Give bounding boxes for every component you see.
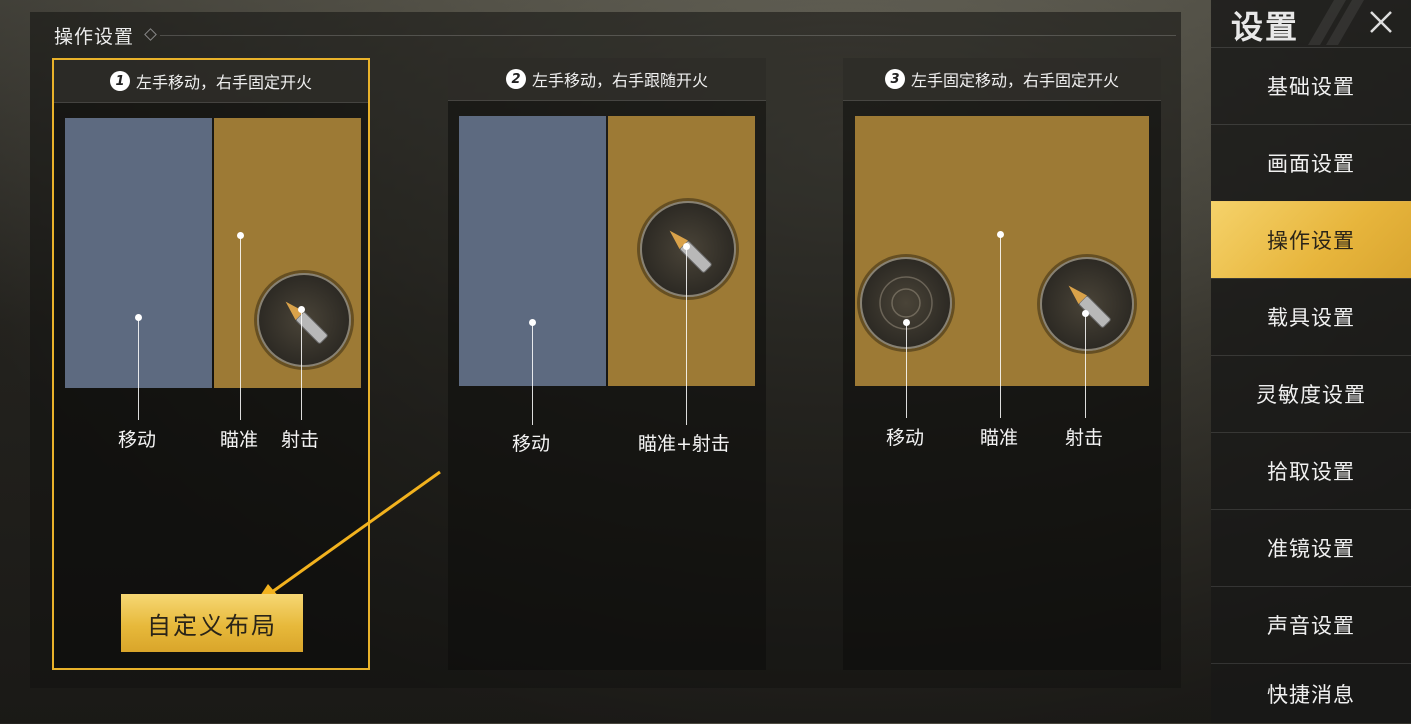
sidebar-item-controls[interactable]: 操作设置	[1211, 201, 1411, 278]
sidebar-item-audio[interactable]: 声音设置	[1211, 586, 1411, 663]
close-icon[interactable]	[1363, 4, 1399, 40]
custom-layout-button[interactable]: 自定义布局	[121, 594, 303, 652]
sidebar-title: 设置	[1231, 8, 1300, 46]
sidebar-item-sensitivity[interactable]: 灵敏度设置	[1211, 355, 1411, 432]
sidebar-item-scope[interactable]: 准镜设置	[1211, 509, 1411, 586]
sidebar-item-graphics[interactable]: 画面设置	[1211, 124, 1411, 201]
settings-sidebar: 设置 基础设置 画面设置 操作设置 载具设置 灵敏度设置 拾取设置 准镜设置 声…	[1211, 0, 1411, 723]
sidebar-item-basic[interactable]: 基础设置	[1211, 47, 1411, 124]
sidebar-header: 设置	[1211, 0, 1411, 46]
sidebar-item-quick-messages[interactable]: 快捷消息	[1211, 663, 1411, 724]
sidebar-item-pickup[interactable]: 拾取设置	[1211, 432, 1411, 509]
sidebar-item-vehicle[interactable]: 载具设置	[1211, 278, 1411, 355]
